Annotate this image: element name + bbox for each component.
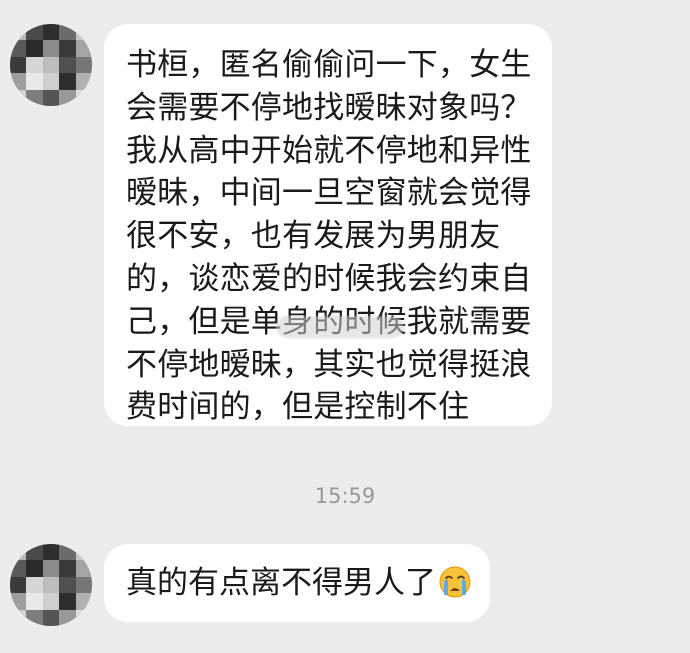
contact-avatar[interactable] bbox=[10, 544, 92, 626]
message-line: 的，谈恋爱的时候我会约束自 bbox=[126, 260, 532, 297]
contact-avatar[interactable] bbox=[10, 24, 92, 106]
message-line: 很不安，也有发展为男朋友 bbox=[126, 218, 501, 255]
message-text: 真的有点离不得男人了 bbox=[126, 565, 436, 601]
message-line: 书桓，匿名偷偷问一下，女生 bbox=[126, 47, 532, 83]
message-timestamp: 15:59 bbox=[314, 484, 376, 508]
watermark bbox=[276, 316, 404, 338]
message-line: 暧昧，中间一旦空窗就会觉得 bbox=[126, 175, 532, 212]
message-line: 会需要不停地找暧昧对象吗？ bbox=[126, 89, 532, 126]
message-bubble[interactable]: 书桓，匿名偷偷问一下，女生 会需要不停地找暧昧对象吗？ 我从高中开始就不停地和异… bbox=[104, 24, 552, 426]
message-line: 我从高中开始就不停地和异性 bbox=[126, 132, 532, 169]
loudly-crying-face-icon bbox=[439, 566, 471, 598]
message-bubble[interactable]: 真的有点离不得男人了 bbox=[104, 544, 490, 622]
message-line: 不停地暧昧，其实也觉得挺浪 bbox=[126, 346, 532, 383]
message-line: 费时间的，但是控制不住 bbox=[126, 389, 470, 426]
